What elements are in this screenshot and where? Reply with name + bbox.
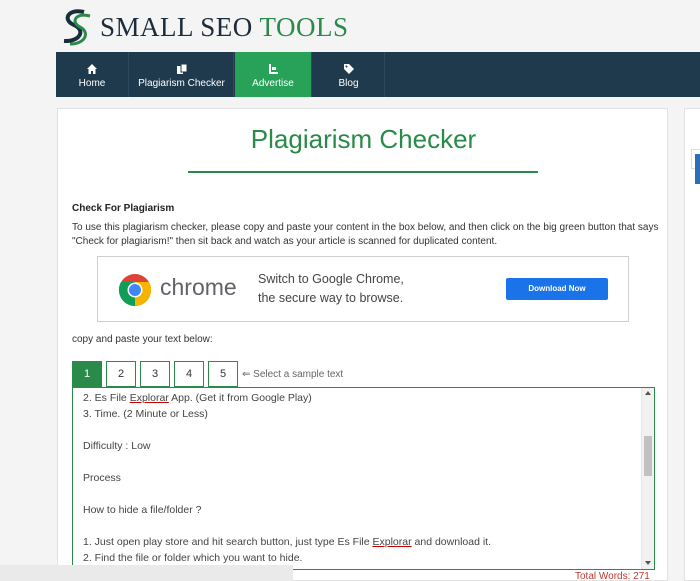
ad-tagline-line-1: Switch to Google Chrome, (258, 272, 404, 286)
intro-text: To use this plagiarism checker, please c… (72, 222, 659, 247)
nav-label-home: Home (78, 78, 106, 89)
ad-tagline: Switch to Google Chrome, the secure way … (258, 270, 404, 308)
title-divider (188, 171, 538, 173)
text-span: 2. Es File (83, 392, 130, 404)
textarea-label: copy and paste your text below: (72, 334, 213, 345)
misspelled-word: Explorar (129, 392, 169, 404)
site-logo[interactable]: SMALL SEO TOOLS (58, 8, 349, 46)
sample-button-2[interactable]: 2 (106, 361, 136, 387)
logo-text-accent: TOOLS (259, 11, 349, 42)
chrome-logo-icon (118, 274, 152, 307)
site-header: SMALL SEO TOOLS (0, 0, 700, 52)
ad-tagline-line-2: the secure way to browse. (258, 291, 404, 305)
sample-button-4[interactable]: 4 (174, 361, 204, 387)
bottom-strip (0, 565, 293, 581)
scroll-up-arrow-icon[interactable] (645, 391, 651, 395)
copy-icon (176, 63, 187, 74)
sample-button-3[interactable]: 3 (140, 361, 170, 387)
main-nav: Home Plagiarism Checker Advertise Blog (56, 52, 700, 97)
sample-hint: ⇐ Select a sample text (242, 368, 344, 380)
text-line: 1. Just open play store and hit search b… (83, 534, 638, 550)
sample-text-selector: 1 2 3 4 5 ⇐ Select a sample text (72, 361, 343, 387)
text-line: 2. Es File Explorar App. (Get it from Go… (83, 390, 638, 406)
download-now-button[interactable]: Download Now (506, 278, 608, 300)
textarea-content: 2. Es File Explorar App. (Get it from Go… (83, 390, 638, 566)
nav-label-advertise: Advertise (252, 78, 294, 89)
advertise-icon (269, 64, 278, 74)
nav-item-plagiarism-checker[interactable]: Plagiarism Checker (130, 52, 234, 97)
section-heading: Check For Plagiarism (72, 203, 175, 214)
content-textarea[interactable]: 2. Es File Explorar App. (Get it from Go… (72, 387, 655, 570)
sidebar-accent (695, 154, 700, 184)
nav-label-plagiarism-checker: Plagiarism Checker (138, 78, 225, 89)
text-line: Difficulty : Low (83, 440, 151, 452)
chrome-ad-banner[interactable]: chrome Switch to Google Chrome, the secu… (97, 256, 629, 322)
tag-icon (343, 64, 354, 74)
scroll-down-arrow-icon[interactable] (645, 561, 651, 565)
total-words-count: Total Words: 271 (575, 571, 650, 581)
sample-button-5[interactable]: 5 (208, 361, 238, 387)
page-title: Plagiarism Checker (250, 124, 477, 154)
logo-text-main: SMALL SEO (100, 11, 260, 42)
text-span: App. (Get it from Google Play) (168, 392, 312, 404)
text-span: 1. Just open play store and hit search b… (83, 536, 373, 548)
sample-button-1[interactable]: 1 (72, 361, 102, 387)
right-sidebar (684, 108, 700, 581)
nav-item-advertise[interactable]: Advertise (235, 52, 312, 97)
nav-item-blog[interactable]: Blog (313, 52, 385, 97)
text-line: How to hide a file/folder ? (83, 504, 202, 516)
text-line: 2. Find the file or folder which you wan… (83, 552, 303, 564)
main-content: Plagiarism Checker Check For Plagiarism … (57, 108, 668, 581)
logo-mark-icon (63, 9, 91, 46)
chrome-wordmark: chrome (160, 274, 237, 300)
home-icon (87, 64, 97, 74)
text-span: and download it. (411, 536, 492, 548)
textarea-scrollbar[interactable] (641, 388, 654, 569)
text-line: 3. Time. (2 Minute or Less) (83, 408, 208, 420)
misspelled-word: Explorar (372, 536, 412, 548)
nav-label-blog: Blog (338, 78, 359, 89)
nav-item-home[interactable]: Home (56, 52, 129, 97)
scrollbar-thumb[interactable] (644, 436, 652, 476)
text-line: Process (83, 472, 121, 484)
logo-text: SMALL SEO TOOLS (100, 12, 349, 43)
